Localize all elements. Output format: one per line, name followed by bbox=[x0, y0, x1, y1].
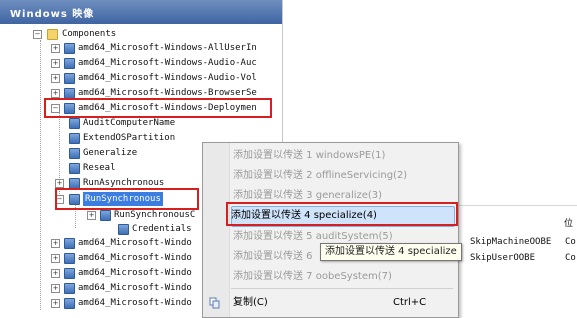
tree-node-label: AuditComputerName bbox=[83, 118, 176, 128]
setting-icon bbox=[118, 224, 129, 235]
collapse-icon[interactable]: − bbox=[33, 30, 42, 39]
setting-icon bbox=[69, 163, 80, 174]
windows-image-title-bar: Windows 映像 bbox=[0, 0, 282, 24]
menu-item-copy[interactable]: 复制(C) bbox=[233, 293, 268, 313]
menu-item-windowspe[interactable]: 添加设置以传送 1 windowsPE(1) bbox=[233, 146, 385, 166]
folder-icon bbox=[47, 29, 58, 40]
tree-node-label: amd64_Microsoft-Windows-Audio-Auc bbox=[78, 58, 257, 68]
expand-icon[interactable]: + bbox=[51, 89, 60, 98]
deployment-highlight-box bbox=[44, 98, 272, 118]
menu-item-pass-6[interactable]: 添加设置以传送 6 bbox=[233, 247, 313, 267]
grid-cell-name[interactable]: SkipUserOOBE bbox=[470, 253, 535, 263]
component-icon bbox=[64, 238, 75, 249]
tree-node-label: amd64_Microsoft-Windows-Audio-Vol bbox=[78, 73, 257, 83]
setting-icon bbox=[69, 118, 80, 129]
grid-cell-value[interactable]: Co bbox=[565, 237, 576, 247]
expand-icon[interactable]: + bbox=[51, 299, 60, 308]
expand-icon[interactable]: + bbox=[51, 44, 60, 53]
component-icon bbox=[64, 58, 75, 69]
tree-node-label: amd64_Microsoft-Windo bbox=[78, 268, 192, 278]
tree-node-label: amd64_Microsoft-Windo bbox=[78, 253, 192, 263]
expand-icon[interactable]: + bbox=[51, 74, 60, 83]
tree-node-label: amd64_Microsoft-Windows-AllUserIn bbox=[78, 43, 257, 53]
expand-icon[interactable]: + bbox=[87, 211, 96, 220]
tree-node-label: amd64_Microsoft-Windo bbox=[78, 238, 192, 248]
tree-node-label: ExtendOSPartition bbox=[83, 133, 176, 143]
expand-icon[interactable]: + bbox=[51, 239, 60, 248]
component-icon bbox=[64, 73, 75, 84]
component-icon bbox=[64, 253, 75, 264]
expand-icon[interactable]: + bbox=[51, 59, 60, 68]
menu-icon-gutter bbox=[203, 143, 230, 317]
tree-node-label: Reseal bbox=[83, 163, 116, 173]
menu-item-offlineservicing[interactable]: 添加设置以传送 2 offlineServicing(2) bbox=[233, 166, 407, 186]
specialize-highlight-box bbox=[226, 202, 458, 226]
component-icon bbox=[64, 283, 75, 294]
menu-item-oobesystem[interactable]: 添加设置以传送 7 oobeSystem(7) bbox=[233, 267, 392, 287]
runsynchronous-highlight-box bbox=[55, 188, 199, 210]
copy-icon bbox=[209, 297, 220, 309]
specialize-tooltip: 添加设置以传送 4 specialize bbox=[320, 243, 462, 261]
setting-icon bbox=[69, 133, 80, 144]
windows-image-title: Windows 映像 bbox=[10, 9, 95, 20]
setting-icon bbox=[100, 210, 111, 221]
menu-separator bbox=[231, 288, 453, 289]
expand-icon[interactable]: + bbox=[51, 254, 60, 263]
tree-node-label: amd64_Microsoft-Windo bbox=[78, 298, 192, 308]
expand-icon[interactable]: + bbox=[51, 269, 60, 278]
menu-item-copy-shortcut: Ctrl+C bbox=[393, 297, 427, 308]
component-icon bbox=[64, 268, 75, 279]
tree-node-label: Components bbox=[62, 29, 117, 39]
tree-node-label: amd64_Microsoft-Windo bbox=[78, 283, 192, 293]
tree-node-label: RunSynchronousC bbox=[114, 210, 196, 220]
tree-guide-line bbox=[40, 40, 41, 310]
grid-cell-value[interactable]: Co bbox=[565, 253, 576, 263]
setting-icon bbox=[69, 148, 80, 159]
expand-icon[interactable]: + bbox=[51, 284, 60, 293]
grid-cell-name[interactable]: SkipMachineOOBE bbox=[470, 237, 551, 247]
component-icon bbox=[64, 43, 75, 54]
tree-node-label: Credentials bbox=[132, 224, 192, 234]
tree-node-label: Generalize bbox=[83, 148, 138, 158]
component-icon bbox=[64, 298, 75, 309]
expand-icon[interactable]: + bbox=[55, 179, 64, 188]
context-menu: 添加设置以传送 1 windowsPE(1) 添加设置以传送 2 offline… bbox=[202, 142, 459, 318]
grid-header: 位 bbox=[564, 219, 574, 229]
